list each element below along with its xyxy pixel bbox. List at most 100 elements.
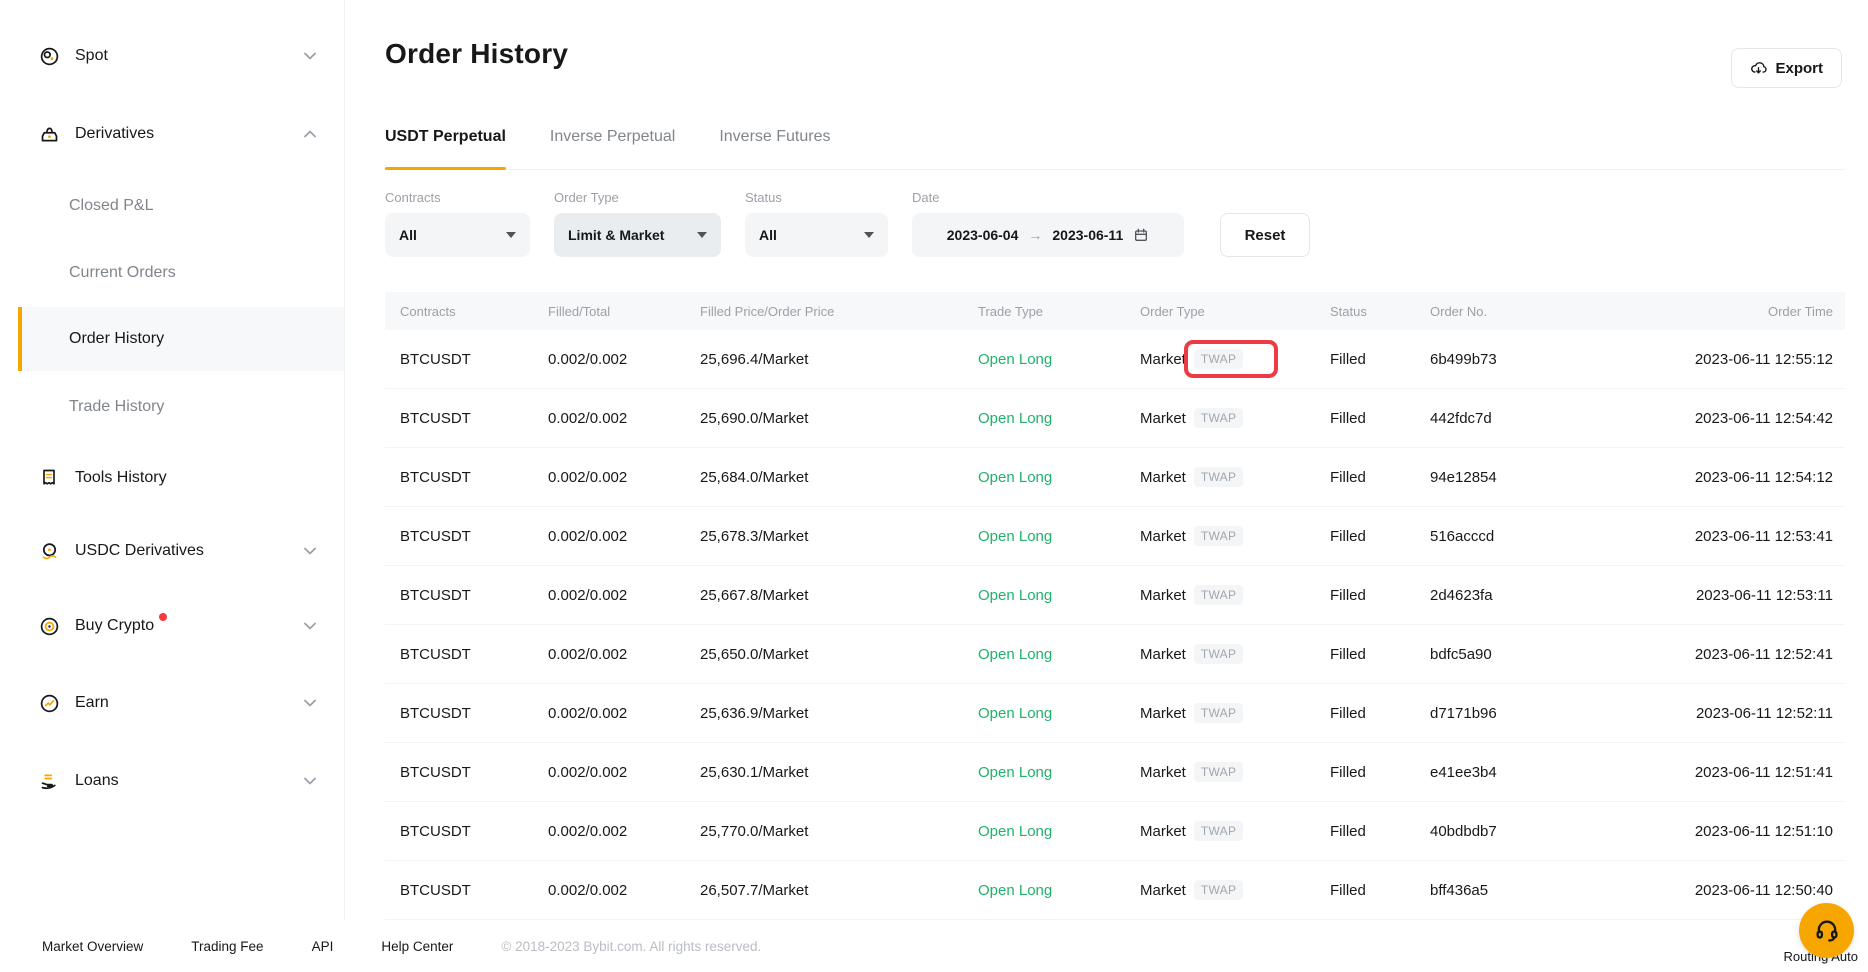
- tab-usdt-perpetual[interactable]: USDT Perpetual: [385, 128, 506, 169]
- order-type-text: Market: [1140, 823, 1186, 840]
- cell-trade-type: Open Long: [978, 469, 1140, 486]
- cell-contracts: BTCUSDT: [385, 646, 548, 663]
- sidebar-item-loans[interactable]: Loans: [0, 763, 344, 799]
- cell-filled-total: 0.002/0.002: [548, 882, 700, 899]
- sidebar-item-buy-crypto[interactable]: Buy Crypto: [0, 608, 344, 644]
- sidebar-item-label: Derivatives: [75, 125, 154, 143]
- status-filter-label: Status: [745, 190, 888, 205]
- cell-order-time: 2023-06-11 12:52:11: [1680, 705, 1845, 722]
- cell-order-no: 516acccd: [1430, 528, 1680, 545]
- twap-badge: TWAP: [1194, 526, 1243, 546]
- cell-order-type: Market TWAP: [1140, 743, 1330, 801]
- sidebar-item-label: Trade History: [69, 398, 164, 416]
- sidebar-item-label: Buy Crypto: [75, 617, 154, 635]
- cell-order-time: 2023-06-11 12:55:12: [1680, 351, 1845, 368]
- cell-status: Filled: [1330, 764, 1430, 781]
- sidebar-item-current-orders[interactable]: Current Orders: [0, 255, 344, 291]
- cell-filled-total: 0.002/0.002: [548, 823, 700, 840]
- cell-order-time: 2023-06-11 12:51:41: [1680, 764, 1845, 781]
- footer-link-market-overview[interactable]: Market Overview: [42, 939, 143, 954]
- cell-contracts: BTCUSDT: [385, 351, 548, 368]
- cell-contracts: BTCUSDT: [385, 705, 548, 722]
- order-type-text: Market: [1140, 528, 1186, 545]
- cell-contracts: BTCUSDT: [385, 410, 548, 427]
- sidebar: Spot Derivatives Closed P&L Current Orde…: [0, 0, 345, 920]
- cell-filled-price: 25,684.0/Market: [700, 469, 978, 486]
- cell-filled-price: 25,667.8/Market: [700, 587, 978, 604]
- date-range-picker[interactable]: 2023-06-04 → 2023-06-11: [912, 213, 1184, 257]
- cell-filled-price: 26,507.7/Market: [700, 882, 978, 899]
- footer-link-help-center[interactable]: Help Center: [381, 939, 453, 954]
- order-type-text: Market: [1140, 764, 1186, 781]
- sidebar-item-closed-pnl[interactable]: Closed P&L: [0, 188, 344, 224]
- order-table-body: BTCUSDT 0.002/0.002 25,696.4/Market Open…: [385, 330, 1845, 920]
- sidebar-item-tools-history[interactable]: Tools History: [0, 460, 344, 496]
- cell-order-type: Market TWAP: [1140, 389, 1330, 447]
- cell-filled-total: 0.002/0.002: [548, 705, 700, 722]
- cell-order-type: Market TWAP: [1140, 566, 1330, 624]
- sidebar-item-derivatives[interactable]: Derivatives: [0, 116, 344, 152]
- cell-trade-type: Open Long: [978, 882, 1140, 899]
- col-header-order-type: Order Type: [1140, 304, 1330, 319]
- cell-order-no: 40bdbdb7: [1430, 823, 1680, 840]
- cell-contracts: BTCUSDT: [385, 587, 548, 604]
- headset-icon: [1813, 917, 1841, 945]
- sidebar-item-label: Loans: [75, 772, 119, 790]
- page-title: Order History: [385, 38, 568, 70]
- footer-link-trading-fee[interactable]: Trading Fee: [191, 939, 263, 954]
- tools-history-icon: [38, 467, 60, 489]
- order-type-text: Market: [1140, 410, 1186, 427]
- order-table-header: Contracts Filled/Total Filled Price/Orde…: [385, 292, 1845, 330]
- export-button[interactable]: Export: [1731, 48, 1842, 88]
- col-header-order-time: Order Time: [1680, 304, 1845, 319]
- table-row: BTCUSDT 0.002/0.002 25,630.1/Market Open…: [385, 743, 1845, 802]
- status-select[interactable]: All: [745, 213, 888, 257]
- cell-trade-type: Open Long: [978, 823, 1140, 840]
- cell-filled-total: 0.002/0.002: [548, 646, 700, 663]
- tab-inverse-perpetual[interactable]: Inverse Perpetual: [550, 128, 675, 169]
- sidebar-item-spot[interactable]: Spot: [0, 38, 344, 74]
- sidebar-item-label: Tools History: [75, 469, 167, 487]
- main-content: Order History Export USDT Perpetual Inve…: [346, 0, 1868, 920]
- export-icon: [1750, 60, 1767, 77]
- cell-status: Filled: [1330, 705, 1430, 722]
- support-chat-button[interactable]: [1799, 903, 1854, 958]
- cell-order-time: 2023-06-11 12:50:40: [1680, 882, 1845, 899]
- order-type-select[interactable]: Limit & Market: [554, 213, 721, 257]
- contracts-filter-label: Contracts: [385, 190, 530, 205]
- sidebar-item-label: Order History: [69, 330, 164, 348]
- twap-badge: TWAP: [1194, 703, 1243, 723]
- sidebar-item-usdc-derivatives[interactable]: USDC Derivatives: [0, 533, 344, 569]
- chevron-up-icon: [304, 130, 316, 138]
- twap-badge: TWAP: [1194, 408, 1243, 428]
- cell-filled-total: 0.002/0.002: [548, 764, 700, 781]
- sidebar-item-earn[interactable]: Earn: [0, 685, 344, 721]
- twap-badge: TWAP: [1194, 880, 1243, 900]
- sidebar-item-order-history[interactable]: Order History: [18, 307, 344, 371]
- order-table: Contracts Filled/Total Filled Price/Orde…: [385, 292, 1845, 920]
- cell-order-no: 6b499b73: [1430, 351, 1680, 368]
- calendar-icon: [1133, 227, 1149, 243]
- chevron-down-icon: [304, 777, 316, 785]
- order-type-text: Market: [1140, 705, 1186, 722]
- cell-filled-price: 25,650.0/Market: [700, 646, 978, 663]
- cell-contracts: BTCUSDT: [385, 882, 548, 899]
- cell-status: Filled: [1330, 587, 1430, 604]
- contracts-select[interactable]: All: [385, 213, 530, 257]
- footer-link-api[interactable]: API: [312, 939, 334, 954]
- tab-inverse-futures[interactable]: Inverse Futures: [719, 128, 830, 169]
- cell-filled-price: 25,630.1/Market: [700, 764, 978, 781]
- status-select-value: All: [759, 227, 777, 243]
- cell-status: Filled: [1330, 469, 1430, 486]
- twap-badge: TWAP: [1194, 644, 1243, 664]
- footer: Market Overview Trading Fee API Help Cen…: [0, 920, 1868, 972]
- chevron-down-icon: [304, 52, 316, 60]
- col-header-status: Status: [1330, 304, 1430, 319]
- reset-button[interactable]: Reset: [1220, 213, 1310, 257]
- twap-badge: TWAP: [1194, 349, 1243, 369]
- order-type-filter-label: Order Type: [554, 190, 721, 205]
- order-type-text: Market: [1140, 469, 1186, 486]
- cell-trade-type: Open Long: [978, 528, 1140, 545]
- col-header-contracts: Contracts: [385, 304, 548, 319]
- sidebar-item-trade-history[interactable]: Trade History: [0, 389, 344, 425]
